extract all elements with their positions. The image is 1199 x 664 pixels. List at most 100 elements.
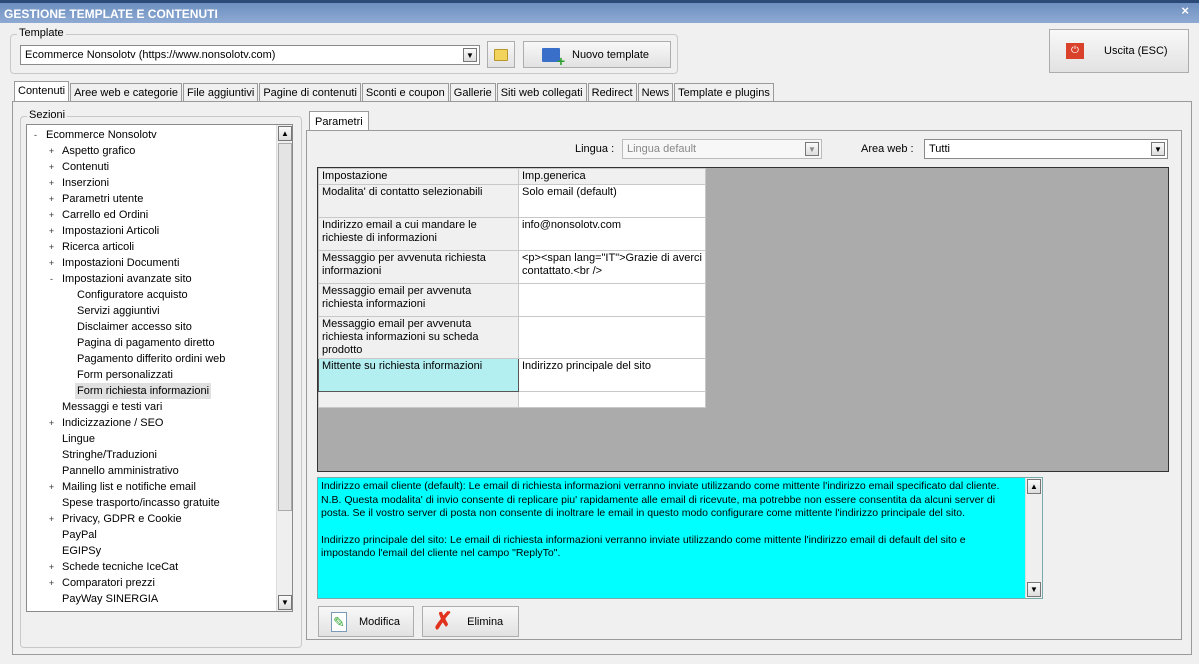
scroll-thumb[interactable] <box>278 143 292 511</box>
expand-icon[interactable]: + <box>47 163 56 172</box>
expand-icon[interactable]: + <box>47 419 56 428</box>
delete-button[interactable]: ✗ Elimina <box>422 606 519 637</box>
tree-item[interactable]: Impostazioni avanzate sito <box>60 271 194 287</box>
expand-icon[interactable]: + <box>47 243 56 252</box>
tree-item[interactable]: Pagina di pagamento diretto <box>75 335 217 351</box>
tree-item[interactable]: Messaggi e testi vari <box>60 399 164 415</box>
tree-item[interactable]: Servizi aggiuntivi <box>75 303 162 319</box>
expand-icon[interactable]: + <box>47 563 56 572</box>
value-cell[interactable]: info@nonsolotv.com <box>518 217 706 251</box>
tab-gallerie[interactable]: Gallerie <box>449 83 496 102</box>
expand-icon[interactable]: + <box>47 147 56 156</box>
tab-siti-web-collegati[interactable]: Siti web collegati <box>496 83 587 102</box>
tree-item[interactable]: Comparatori prezzi <box>60 575 157 591</box>
value-cell[interactable] <box>518 391 706 408</box>
new-template-button[interactable]: + Nuovo template <box>523 41 671 68</box>
table-row[interactable]: Messaggio email per avvenuta richiesta i… <box>318 316 706 359</box>
setting-cell[interactable]: Indirizzo email a cui mandare le richies… <box>318 217 519 251</box>
tab-news[interactable]: News <box>637 83 674 102</box>
tree-item[interactable]: Parametri utente <box>60 191 145 207</box>
table-row[interactable]: Messaggio per avvenuta richiesta informa… <box>318 250 706 284</box>
expand-icon[interactable]: + <box>47 259 56 268</box>
tree-item[interactable]: Impostazioni Documenti <box>60 255 181 271</box>
template-select[interactable]: Ecommerce Nonsolotv (https://www.nonsolo… <box>20 45 480 65</box>
tree-item[interactable]: Form richiesta informazioni <box>75 383 212 399</box>
open-folder-button[interactable] <box>487 41 515 68</box>
tree-item[interactable]: Indicizzazione / SEO <box>60 415 166 431</box>
description-box[interactable]: Indirizzo email cliente (default): Le em… <box>317 477 1043 599</box>
tab-contenuti[interactable]: Contenuti <box>14 81 70 102</box>
scroll-up-icon[interactable]: ▲ <box>1027 479 1041 494</box>
tree-item[interactable]: Schede tecniche IceCat <box>60 559 180 575</box>
collapse-icon[interactable]: - <box>47 275 56 284</box>
table-row[interactable]: Indirizzo email a cui mandare le richies… <box>318 217 706 251</box>
value-cell[interactable] <box>518 283 706 317</box>
table-row[interactable]: Modalita' di contatto selezionabili Solo … <box>318 184 706 218</box>
tree-item[interactable]: Ricerca articoli <box>60 239 136 255</box>
tree-item[interactable]: Carrello ed Ordini <box>60 207 150 223</box>
close-button[interactable]: × <box>1181 3 1189 18</box>
tab-sconti-e-coupon[interactable]: Sconti e coupon <box>361 83 449 102</box>
setting-cell[interactable]: Messaggio per avvenuta richiesta informa… <box>318 250 519 284</box>
tree-item[interactable]: Pannello amministrativo <box>60 463 181 479</box>
area-web-select[interactable]: Tutti ▼ <box>924 139 1168 159</box>
description-scrollbar[interactable]: ▲ ▼ <box>1025 478 1042 598</box>
tree-item[interactable]: Spese trasporto/incasso gratuite <box>60 495 222 511</box>
tab-pagine-di-contenuti[interactable]: Pagine di contenuti <box>259 83 361 102</box>
table-row[interactable]: Messaggio email per avvenuta richiesta i… <box>318 283 706 317</box>
expand-icon[interactable]: + <box>47 195 56 204</box>
tree-item[interactable]: Inserzioni <box>60 175 111 191</box>
collapse-icon[interactable]: - <box>31 131 40 140</box>
tree-item[interactable]: Ecommerce Nonsolotv <box>44 127 159 143</box>
tree-item[interactable]: PayWay SINERGIA <box>60 591 160 607</box>
column-header[interactable]: Impostazione <box>318 168 519 185</box>
setting-cell[interactable]: Modalita' di contatto selezionabili <box>318 184 519 218</box>
tree-item[interactable]: EGIPSy <box>60 543 103 559</box>
setting-cell[interactable]: Messaggio email per avvenuta richiesta i… <box>318 316 519 359</box>
chevron-down-icon[interactable]: ▼ <box>463 48 477 62</box>
expand-icon[interactable]: + <box>47 179 56 188</box>
scroll-down-icon[interactable]: ▼ <box>278 595 292 610</box>
tab-aree-web-e-categorie[interactable]: Aree web e categorie <box>70 83 183 102</box>
tree-item[interactable]: Privacy, GDPR e Cookie <box>60 511 184 527</box>
tree-scrollbar[interactable]: ▲ ▼ <box>276 125 292 611</box>
tab-redirect[interactable]: Redirect <box>587 83 637 102</box>
tree-item[interactable]: Configuratore acquisto <box>75 287 190 303</box>
expand-icon[interactable]: + <box>47 211 56 220</box>
tree-item[interactable]: PayPal <box>60 527 99 543</box>
chevron-down-icon[interactable]: ▼ <box>805 142 819 156</box>
setting-cell[interactable]: Messaggio email per avvenuta richiesta i… <box>318 283 519 317</box>
tree-item[interactable]: Pagamento differito ordini web <box>75 351 227 367</box>
expand-icon[interactable]: + <box>47 483 56 492</box>
table-row[interactable]: Mittente su richiesta informazioni Indiri… <box>318 358 706 392</box>
tab-template-e-plugins[interactable]: Template e plugins <box>674 83 774 102</box>
tree-item[interactable]: Aspetto grafico <box>60 143 137 159</box>
scroll-down-icon[interactable]: ▼ <box>1027 582 1041 597</box>
expand-icon[interactable]: + <box>47 227 56 236</box>
tree-item[interactable]: Stringhe/Traduzioni <box>60 447 159 463</box>
tree-item[interactable]: Contenuti <box>60 159 111 175</box>
empty-row[interactable] <box>318 391 706 408</box>
setting-cell[interactable] <box>318 391 519 408</box>
settings-grid[interactable]: Impostazione Imp.generica Modalita' di co… <box>317 167 1169 472</box>
tree-item[interactable]: Form personalizzati <box>75 367 175 383</box>
value-cell[interactable]: Solo email (default) <box>518 184 706 218</box>
exit-button[interactable]: ⏻ Uscita (ESC) <box>1049 29 1189 73</box>
tree-item[interactable]: Disclaimer accesso sito <box>75 319 194 335</box>
tree-item[interactable]: Lingue <box>60 431 97 447</box>
tab-parametri[interactable]: Parametri <box>309 111 369 132</box>
sections-tree[interactable]: ▲ ▼ Ecommerce Nonsolotv - Aspetto grafico +… <box>26 124 293 612</box>
chevron-down-icon[interactable]: ▼ <box>1151 142 1165 156</box>
expand-icon[interactable]: + <box>47 579 56 588</box>
column-header[interactable]: Imp.generica <box>518 168 706 185</box>
tab-file-aggiuntivi[interactable]: File aggiuntivi <box>183 83 259 102</box>
value-cell[interactable]: <p><span lang="IT">Grazie di averci cont… <box>518 250 706 284</box>
edit-button[interactable]: ✎ Modifica <box>318 606 414 637</box>
tree-item[interactable]: Impostazioni Articoli <box>60 223 161 239</box>
expand-icon[interactable]: + <box>47 515 56 524</box>
scroll-up-icon[interactable]: ▲ <box>278 126 292 141</box>
value-cell[interactable]: Indirizzo principale del sito <box>518 358 706 392</box>
lingua-select[interactable]: Lingua default ▼ <box>622 139 822 159</box>
setting-cell[interactable]: Mittente su richiesta informazioni <box>318 358 519 392</box>
tree-item[interactable]: Mailing list e notifiche email <box>60 479 198 495</box>
